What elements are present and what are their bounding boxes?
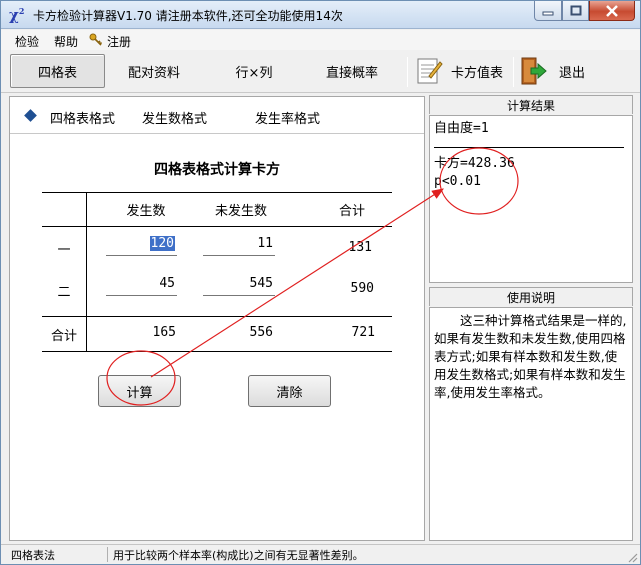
close-icon bbox=[606, 4, 618, 17]
row-label: 二 bbox=[57, 285, 71, 300]
menu-bar: 检验 帮助 注册 bbox=[1, 30, 640, 50]
maximize-icon bbox=[570, 5, 581, 16]
result-divider bbox=[434, 147, 624, 148]
status-bar: 四格表法 用于比较两个样本率(构成比)之间有无显著性差别。 bbox=[1, 544, 640, 564]
status-separator bbox=[107, 547, 108, 562]
window-title: 卡方检验计算器V1.70 请注册本软件,还可全功能使用14次 bbox=[33, 9, 343, 23]
help-text: 这三种计算格式结果是一样的,如果有发生数和未发生数,使用四格表方式;如果有样本数… bbox=[434, 313, 627, 400]
non-occurrence-input-row-2[interactable]: 545 bbox=[203, 276, 275, 296]
table-border bbox=[86, 192, 87, 352]
toolbar: 四格表 配对资料 行×列 直接概率 卡方值表 退出 bbox=[1, 51, 640, 93]
table-title: 四格表格式计算卡方 bbox=[154, 162, 280, 178]
calculate-button[interactable]: 计算 bbox=[98, 375, 181, 407]
table-border bbox=[42, 226, 392, 227]
menu-help[interactable]: 帮助 bbox=[54, 33, 78, 50]
tab-paired-data[interactable]: 配对资料 bbox=[111, 54, 197, 88]
close-button[interactable] bbox=[589, 1, 635, 21]
results-box[interactable]: 自由度=1 卡方=428.36 p<0.01 bbox=[429, 115, 633, 283]
row-total: 590 bbox=[350, 281, 374, 296]
maximize-button[interactable] bbox=[562, 1, 589, 21]
chi-square-table-button[interactable]: 卡方值表 bbox=[445, 54, 509, 88]
table-border bbox=[42, 192, 392, 193]
tab-row-by-column[interactable]: 行×列 bbox=[211, 54, 297, 88]
grand-total: 721 bbox=[351, 325, 375, 340]
subtab-fourfold-format[interactable]: 四格表格式 bbox=[50, 108, 115, 127]
clear-button[interactable]: 清除 bbox=[248, 375, 331, 407]
resize-grip-icon[interactable] bbox=[626, 551, 638, 563]
toolbar-separator bbox=[513, 57, 514, 87]
total-row-label: 合计 bbox=[50, 329, 77, 344]
table-border bbox=[42, 316, 392, 317]
chi-square-value: 卡方=428.36 bbox=[434, 156, 515, 171]
selected-diamond-icon bbox=[24, 109, 37, 122]
format-tabs: 四格表格式 发生数格式 发生率格式 bbox=[10, 97, 424, 134]
help-header: 使用说明 bbox=[429, 287, 633, 306]
total-occurrence: 165 bbox=[152, 325, 176, 340]
subtab-rate-format[interactable]: 发生率格式 bbox=[255, 108, 320, 127]
tab-exact-probability[interactable]: 直接概率 bbox=[309, 54, 395, 88]
occurrence-input-row-2[interactable]: 45 bbox=[106, 276, 177, 296]
table-border bbox=[42, 351, 392, 352]
tab-fourfold-table[interactable]: 四格表 bbox=[10, 54, 105, 88]
row-total: 131 bbox=[348, 240, 372, 255]
key-icon bbox=[89, 33, 103, 46]
exit-button[interactable]: 退出 bbox=[549, 54, 595, 88]
p-value: p<0.01 bbox=[434, 174, 481, 189]
chi-square-app-icon: χ2 bbox=[9, 6, 25, 24]
fourfold-table-panel: 四格表格式 发生数格式 发生率格式 四格表格式计算卡方 发生数 未发生数 合计 … bbox=[9, 96, 425, 541]
title-bar[interactable]: χ2 卡方检验计算器V1.70 请注册本软件,还可全功能使用14次 bbox=[1, 1, 640, 29]
menu-register[interactable]: 注册 bbox=[107, 33, 131, 50]
row-label: 一 bbox=[57, 243, 71, 258]
results-header: 计算结果 bbox=[429, 95, 633, 114]
notepad-icon bbox=[417, 58, 443, 84]
header-occurrence: 发生数 bbox=[126, 204, 166, 219]
non-occurrence-input-row-1[interactable]: 11 bbox=[203, 236, 275, 256]
status-mode: 四格表法 bbox=[11, 549, 55, 562]
menu-test[interactable]: 检验 bbox=[15, 33, 39, 50]
help-box[interactable]: 这三种计算格式结果是一样的,如果有发生数和未发生数,使用四格表方式;如果有样本数… bbox=[429, 307, 633, 541]
degrees-of-freedom: 自由度=1 bbox=[434, 121, 489, 136]
exit-door-icon bbox=[521, 57, 547, 85]
fourfold-table: 发生数 未发生数 合计 一 120 11 131 二 45 545 590 合计… bbox=[42, 192, 392, 352]
total-non-occurrence: 556 bbox=[249, 325, 273, 340]
toolbar-separator bbox=[407, 57, 408, 87]
occurrence-input-row-1[interactable]: 120 bbox=[106, 236, 177, 256]
header-non-occurrence: 未发生数 bbox=[214, 204, 267, 219]
subtab-occurrence-format[interactable]: 发生数格式 bbox=[142, 108, 207, 127]
status-description: 用于比较两个样本率(构成比)之间有无显著性差别。 bbox=[113, 549, 364, 562]
minimize-icon bbox=[542, 11, 554, 15]
minimize-button[interactable] bbox=[534, 1, 562, 21]
app-window: χ2 卡方检验计算器V1.70 请注册本软件,还可全功能使用14次 检验 帮助 … bbox=[0, 0, 641, 565]
header-total: 合计 bbox=[338, 204, 365, 219]
